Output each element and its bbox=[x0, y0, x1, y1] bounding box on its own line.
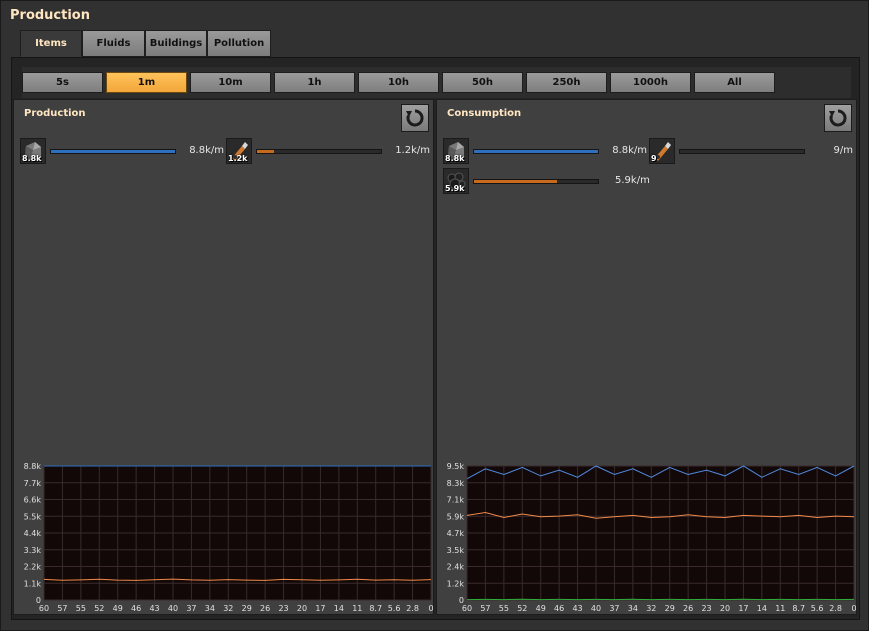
tab-pollution[interactable]: Pollution bbox=[207, 30, 271, 57]
x-tick-label: 37 bbox=[186, 604, 196, 613]
y-tick-label: 8.8k bbox=[24, 462, 42, 471]
x-tick-label: 20 bbox=[297, 604, 307, 613]
x-tick-label: 5.6 bbox=[388, 604, 401, 613]
x-tick-label: 46 bbox=[554, 604, 564, 613]
x-tick-label: 49 bbox=[113, 604, 123, 613]
x-tick-label: 60 bbox=[39, 604, 49, 613]
x-tick-label: 34 bbox=[628, 604, 638, 613]
time-1000h-button[interactable]: 1000h bbox=[610, 72, 691, 93]
x-tick-label: 29 bbox=[665, 604, 675, 613]
x-tick-label: 0 bbox=[851, 604, 856, 613]
y-tick-label: 7.7k bbox=[24, 479, 42, 488]
time-1m-button[interactable]: 1m bbox=[106, 72, 187, 93]
y-tick-label: 6.6k bbox=[24, 496, 42, 505]
x-tick-label: 43 bbox=[149, 604, 159, 613]
x-tick-label: 26 bbox=[260, 604, 270, 613]
time-50h-button[interactable]: 50h bbox=[442, 72, 523, 93]
x-tick-label: 23 bbox=[278, 604, 288, 613]
x-tick-label: 52 bbox=[517, 604, 527, 613]
x-tick-label: 17 bbox=[738, 604, 748, 613]
x-tick-label: 23 bbox=[701, 604, 711, 613]
x-tick-label: 2.8 bbox=[829, 604, 842, 613]
x-tick-label: 5.6 bbox=[811, 604, 824, 613]
x-tick-label: 20 bbox=[720, 604, 730, 613]
x-tick-label: 57 bbox=[57, 604, 67, 613]
time-250h-button[interactable]: 250h bbox=[526, 72, 607, 93]
time-1h-button[interactable]: 1h bbox=[274, 72, 355, 93]
tab-fluids[interactable]: Fluids bbox=[82, 30, 145, 57]
x-tick-label: 55 bbox=[76, 604, 86, 613]
x-tick-label: 11 bbox=[775, 604, 785, 613]
y-tick-label: 3.5k bbox=[447, 546, 465, 555]
tab-items[interactable]: Items bbox=[20, 30, 82, 57]
x-tick-label: 60 bbox=[462, 604, 472, 613]
y-tick-label: 4.7k bbox=[447, 529, 465, 538]
x-tick-label: 37 bbox=[609, 604, 619, 613]
x-tick-label: 14 bbox=[757, 604, 767, 613]
time-10m-button[interactable]: 10m bbox=[190, 72, 271, 93]
x-tick-label: 46 bbox=[131, 604, 141, 613]
x-tick-label: 52 bbox=[94, 604, 104, 613]
x-tick-label: 17 bbox=[315, 604, 325, 613]
y-tick-label: 4.4k bbox=[24, 529, 42, 538]
x-tick-label: 34 bbox=[205, 604, 215, 613]
x-tick-label: 11 bbox=[352, 604, 362, 613]
tab-buildings[interactable]: Buildings bbox=[145, 30, 207, 57]
y-tick-label: 7.1k bbox=[447, 496, 465, 505]
x-tick-label: 32 bbox=[223, 604, 233, 613]
y-tick-label: 2.4k bbox=[447, 563, 465, 572]
x-tick-label: 8.7 bbox=[792, 604, 805, 613]
y-tick-label: 8.3k bbox=[447, 479, 465, 488]
x-tick-label: 57 bbox=[480, 604, 490, 613]
y-tick-label: 1.2k bbox=[447, 579, 465, 588]
y-tick-label: 9.5k bbox=[447, 462, 465, 471]
production-window: Production Items Fluids Buildings Pollut… bbox=[0, 0, 869, 631]
time-all-button[interactable]: All bbox=[694, 72, 775, 93]
x-tick-label: 40 bbox=[591, 604, 601, 613]
chart-svg: 8.8k 7.7k 6.6k 5.5k 4.4k 3.3k 2.2k 1.1k 0 60 57 55 5… bbox=[24, 462, 434, 613]
time-5s-button[interactable]: 5s bbox=[22, 72, 103, 93]
x-tick-label: 14 bbox=[334, 604, 344, 613]
window-title: Production bbox=[10, 8, 90, 23]
production-panel: Production 8.8k 8.8k/m 1.2k 1.2k/m 8.8k 7… bbox=[13, 99, 434, 615]
y-tick-label: 1.1k bbox=[24, 579, 42, 588]
x-tick-label: 8.7 bbox=[369, 604, 382, 613]
time-range-bar: 5s 1m 10m 1h 10h 50h 250h 1000h All bbox=[22, 67, 851, 98]
x-tick-label: 43 bbox=[572, 604, 582, 613]
x-tick-label: 55 bbox=[499, 604, 509, 613]
y-tick-label: 5.9k bbox=[447, 512, 465, 521]
time-10h-button[interactable]: 10h bbox=[358, 72, 439, 93]
y-tick-label: 3.3k bbox=[24, 546, 42, 555]
x-tick-label: 49 bbox=[536, 604, 546, 613]
consumption-panel: Consumption 8.8k 8.8k/m 9 9/m 5.9k 5.9k/… bbox=[436, 99, 857, 615]
y-tick-label: 5.5k bbox=[24, 512, 42, 521]
x-tick-label: 32 bbox=[646, 604, 656, 613]
y-tick-label: 2.2k bbox=[24, 563, 42, 572]
x-tick-label: 26 bbox=[683, 604, 693, 613]
x-tick-label: 2.8 bbox=[406, 604, 419, 613]
x-tick-label: 0 bbox=[428, 604, 433, 613]
x-tick-label: 29 bbox=[242, 604, 252, 613]
x-tick-label: 40 bbox=[168, 604, 178, 613]
chart-svg: 9.5k 8.3k 7.1k 5.9k 4.7k 3.5k 2.4k 1.2k 0 60 57 55 5… bbox=[447, 462, 857, 613]
